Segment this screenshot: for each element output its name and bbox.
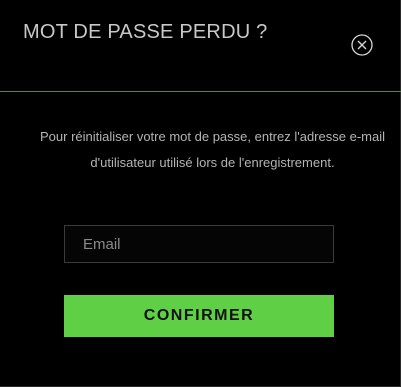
header-divider: [0, 91, 401, 92]
confirm-button[interactable]: CONFIRMER: [64, 295, 334, 337]
lost-password-dialog: MOT DE PASSE PERDU ? Pour réinitialiser …: [0, 0, 401, 387]
close-circle-icon: [351, 34, 373, 56]
instructions-text: Pour réinitialiser votre mot de passe, e…: [40, 129, 385, 170]
dialog-title: MOT DE PASSE PERDU ?: [23, 21, 268, 43]
email-input[interactable]: [64, 225, 334, 263]
close-button[interactable]: [351, 34, 373, 56]
